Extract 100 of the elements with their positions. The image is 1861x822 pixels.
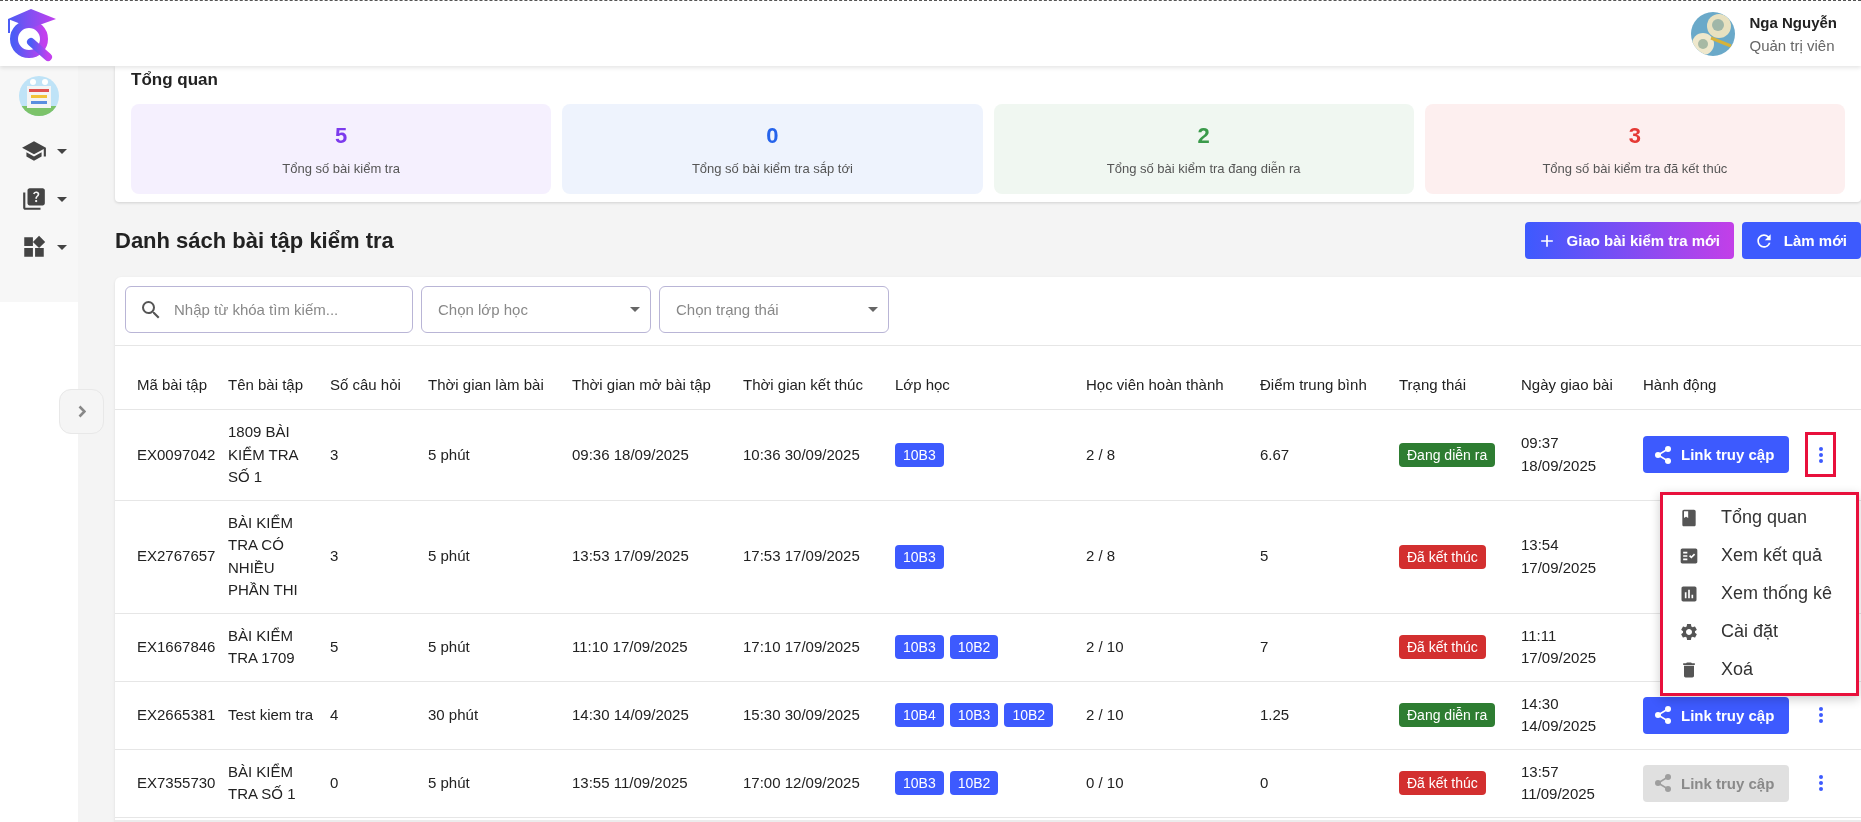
book-icon: [1679, 507, 1699, 528]
user-name: Nga Nguyễn: [1749, 13, 1837, 31]
status-tag: Đang diễn ra: [1399, 703, 1496, 727]
table-cell: 13:53 17/09/2025: [564, 500, 735, 613]
table-cell: 0 / 10: [1078, 749, 1252, 817]
column-header: Thời gian làm bài: [420, 346, 564, 410]
stat-label: Tổng số bài kiểm tra đã kết thúc: [1542, 160, 1728, 176]
caret-icon: [57, 148, 67, 154]
class-tag: 10B3: [895, 635, 944, 659]
search-field[interactable]: Nhập từ khóa tìm kiếm...: [125, 286, 413, 333]
more-icon: [1818, 707, 1823, 723]
table-cell: Test kiem tra: [220, 681, 322, 749]
caret-icon: [630, 307, 640, 312]
column-header: Học viên hoàn thành: [1078, 346, 1252, 410]
table-cell: 17:00 12/09/2025: [735, 749, 887, 817]
table-cell: 09:36 18/09/2025: [564, 409, 735, 500]
class-tag: 10B2: [949, 771, 999, 795]
refresh-button[interactable]: Làm mới: [1741, 222, 1861, 259]
caret-icon: [868, 307, 878, 312]
menu-item-label: Tổng quan: [1721, 507, 1808, 528]
table-cell: 5 phút: [420, 613, 564, 681]
status-tag: Đã kết thúc: [1399, 635, 1486, 659]
table-cell: 11:10 17/09/2025: [564, 613, 735, 681]
table-cell: BÀI KIỂM TRA 1709: [220, 613, 322, 681]
class-tag: 10B2: [949, 635, 999, 659]
caret-icon: [57, 244, 67, 250]
class-tag: 10B2: [1004, 703, 1054, 727]
table-cell: 15:30 30/09/2025: [735, 681, 887, 749]
class-tag: 10B3: [895, 544, 944, 569]
stat-label: Tổng số bài kiểm tra đang diễn ra: [1106, 160, 1301, 176]
table-cell: 2 / 10: [1078, 681, 1252, 749]
class-tag: 10B3: [949, 703, 999, 727]
menu-item[interactable]: Xoá: [1663, 650, 1856, 689]
access-link-button[interactable]: Link truy cập: [1643, 436, 1789, 474]
table-cell: 2 / 8: [1078, 409, 1252, 500]
class-tag: 10B3: [895, 771, 944, 795]
table-cell: 7: [1252, 613, 1391, 681]
table-cell: EX0097042: [115, 409, 220, 500]
menu-item[interactable]: Xem thống kê: [1663, 574, 1856, 613]
table-cell: 30 phút: [420, 681, 564, 749]
table-cell: 2 / 8: [1078, 500, 1252, 613]
column-header: Thời gian kết thúc: [735, 346, 887, 410]
access-link-button[interactable]: Link truy cập: [1643, 696, 1789, 734]
stat-value: 2: [1197, 122, 1210, 149]
more-icon: [1818, 775, 1823, 791]
settings-icon: [1679, 621, 1699, 642]
table-cell: 5 phút: [420, 409, 564, 500]
column-header: Hành động: [1635, 346, 1861, 410]
class-tag: 10B4: [895, 703, 944, 727]
share-icon: [1655, 445, 1671, 464]
menu-item[interactable]: Xem kết quả: [1663, 536, 1856, 575]
column-header: Lớp học: [887, 346, 1078, 410]
table-cell: 5: [322, 613, 420, 681]
section-title: Tổng quan: [131, 70, 219, 90]
menu-item[interactable]: Tổng quan: [1663, 498, 1856, 537]
table-cell: BÀI KIỂM TRA CÓ NHIỀU PHẦN THI: [220, 500, 322, 613]
share-icon: [1655, 774, 1671, 792]
stat-value: 0: [766, 122, 779, 149]
more-button[interactable]: [1805, 432, 1836, 478]
table-cell: BÀI KIỂM TRA SỐ 1: [220, 749, 322, 817]
table-cell: 2 / 10: [1078, 613, 1252, 681]
widgets-icon[interactable]: [21, 234, 47, 260]
status-tag: Đang diễn ra: [1399, 442, 1496, 467]
table-cell: 09:37 18/09/2025: [1513, 409, 1635, 500]
column-header: Tên bài tập: [220, 346, 322, 410]
menu-item-label: Xoá: [1721, 659, 1754, 680]
table-cell: 11:11 17/09/2025: [1513, 613, 1635, 681]
table-cell: 5: [1252, 500, 1391, 613]
column-header: Ngày giao bài: [1513, 346, 1635, 410]
menu-item-label: Xem kết quả: [1721, 545, 1823, 566]
status-tag: Đã kết thúc: [1399, 771, 1486, 795]
table-cell: 14:30 14/09/2025: [564, 681, 735, 749]
table-cell: EX2665381: [115, 681, 220, 749]
stat-label: Tổng số bài kiểm tra: [282, 160, 400, 176]
table-cell: 13:57 11/09/2025: [1513, 749, 1635, 817]
column-header: Điểm trung bình: [1252, 346, 1391, 410]
question-cards-icon[interactable]: [21, 186, 47, 212]
table-cell: EX7355730: [115, 749, 220, 817]
caret-icon: [57, 196, 67, 202]
more-icon: [1818, 446, 1823, 463]
assign-test-button[interactable]: Giao bài kiểm tra mới: [1524, 222, 1734, 259]
table-cell: EX1667846: [115, 613, 220, 681]
stat-value: 3: [1628, 122, 1641, 149]
table-cell: 1.25: [1252, 681, 1391, 749]
stat-value: 5: [335, 122, 348, 149]
table-cell: 13:55 11/09/2025: [564, 749, 735, 817]
column-header: Trạng thái: [1391, 346, 1513, 410]
chevron-right-icon: [77, 405, 86, 418]
select-field[interactable]: Chọn lớp học: [421, 286, 651, 333]
menu-item[interactable]: Cài đặt: [1663, 612, 1856, 651]
stat-label: Tổng số bài kiểm tra sắp tới: [691, 160, 853, 176]
column-header: Mã bài tập: [115, 346, 220, 410]
status-tag: Đã kết thúc: [1399, 544, 1486, 569]
table-cell: 5 phút: [420, 500, 564, 613]
class-tag: 10B3: [895, 442, 944, 467]
table-cell: 6.67: [1252, 409, 1391, 500]
table-cell: 3: [322, 409, 420, 500]
menu-item-label: Xem thống kê: [1721, 583, 1833, 604]
table-cell: 0: [1252, 749, 1391, 817]
select-field[interactable]: Chọn trạng thái: [659, 286, 889, 333]
